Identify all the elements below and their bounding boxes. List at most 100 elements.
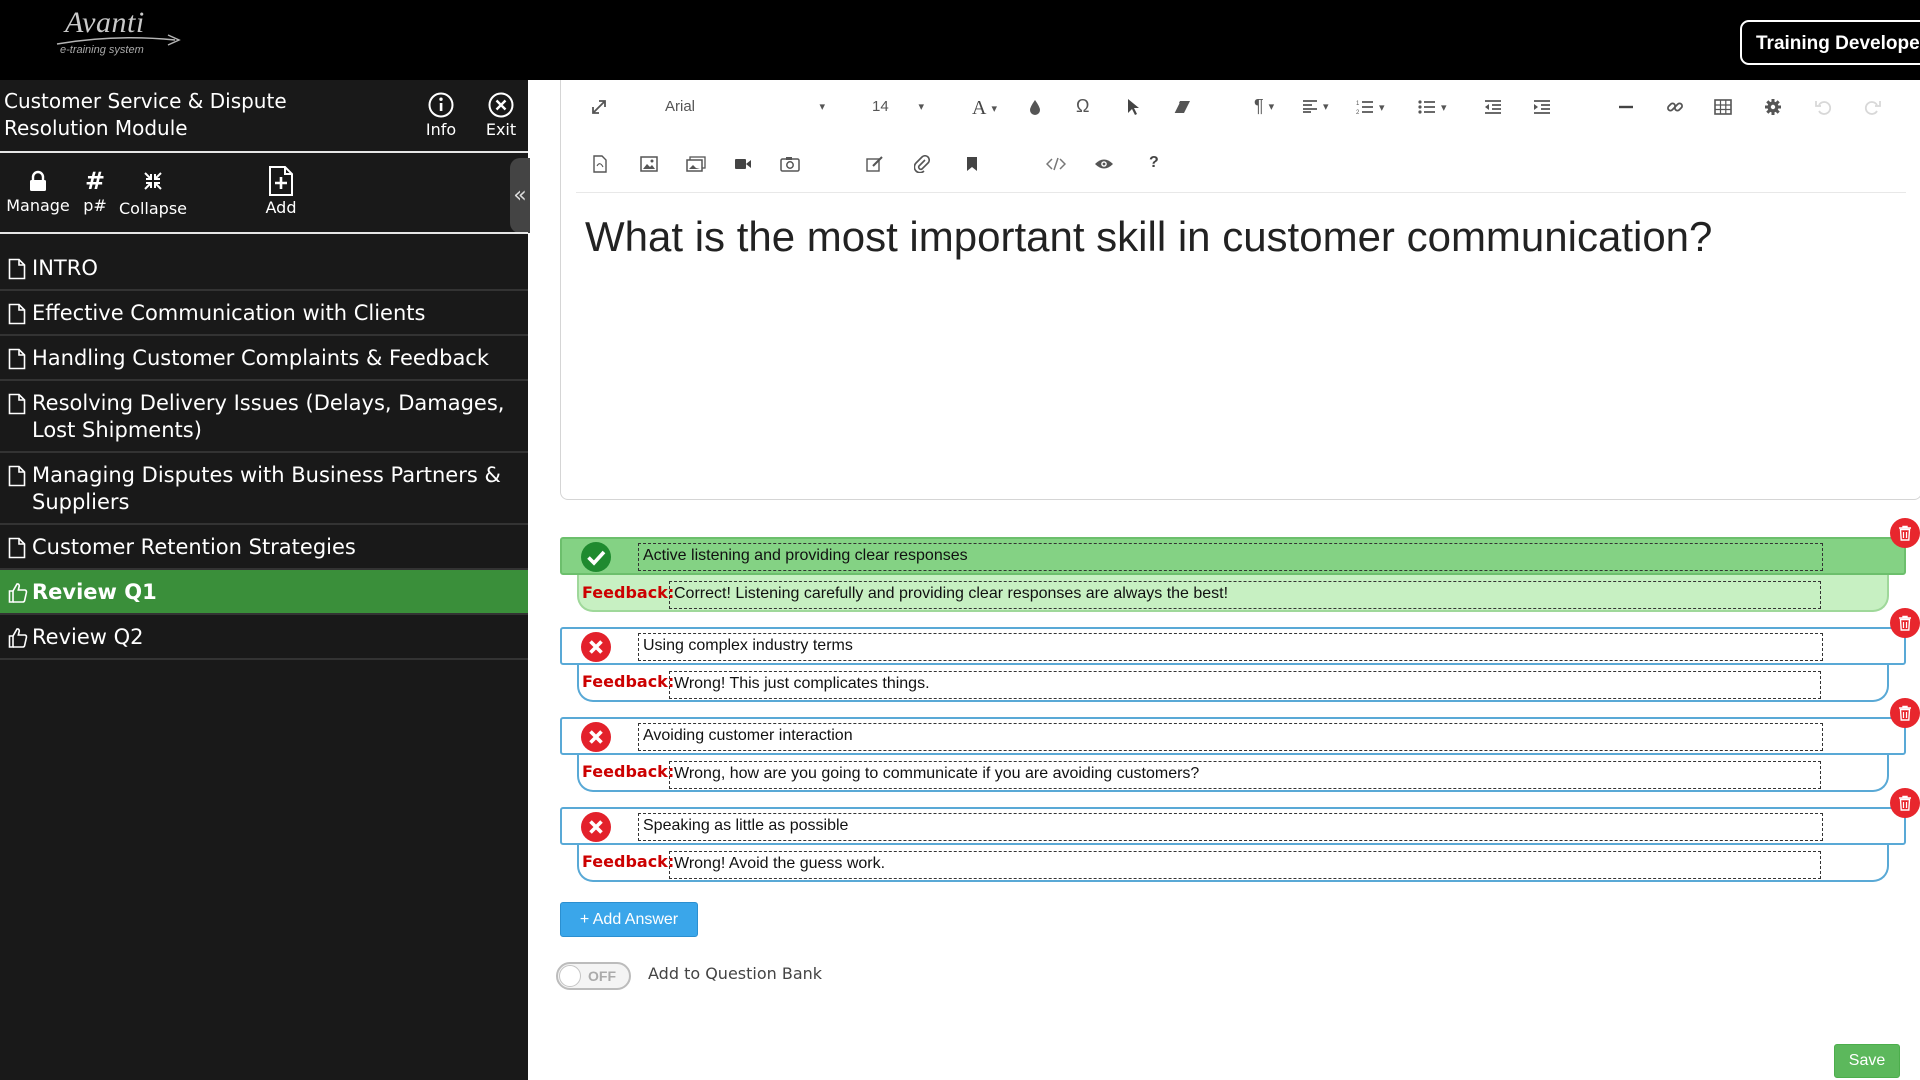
collapse-arrows-icon <box>144 172 162 190</box>
edit-button[interactable] <box>866 156 884 172</box>
preview-button[interactable] <box>1094 157 1114 171</box>
page-icon <box>8 303 26 325</box>
paragraph-format-button[interactable]: ¶ <box>1254 96 1274 117</box>
add-answer-button[interactable]: + Add Answer <box>560 902 698 937</box>
sidebar-item-review-q2[interactable]: Review Q2 <box>0 615 528 660</box>
text-color-button[interactable]: A <box>972 97 997 120</box>
align-button[interactable] <box>1302 99 1329 113</box>
sidebar-item-label: Effective Communication with Clients <box>32 301 426 325</box>
insert-link-button[interactable] <box>1666 98 1684 116</box>
correct-toggle[interactable] <box>580 541 612 573</box>
bookmark-button[interactable] <box>966 156 978 172</box>
exit-label: Exit <box>485 120 517 139</box>
correct-toggle[interactable] <box>580 811 612 843</box>
question-bank-toggle[interactable]: OFF <box>556 962 631 990</box>
question-bank-label: Add to Question Bank <box>648 964 823 983</box>
gear-icon <box>1765 99 1781 115</box>
insert-pdf-button[interactable] <box>592 155 608 173</box>
paperclip-icon <box>914 155 930 173</box>
sidebar-item-managing-disputes[interactable]: Managing Disputes with Business Partners… <box>0 453 528 525</box>
sidebar-item-review-q1[interactable]: Review Q1 <box>0 570 528 615</box>
correct-toggle[interactable] <box>580 631 612 663</box>
feedback-text-input[interactable]: Wrong! This just complicates things. <box>669 671 1821 699</box>
insert-table-button[interactable] <box>1714 99 1732 115</box>
omega-icon: Ω <box>1076 96 1090 116</box>
sidebar-item-label: Handling Customer Complaints & Feedback <box>32 346 490 370</box>
save-button[interactable]: Save <box>1834 1044 1900 1078</box>
sidebar-item-retention-strategies[interactable]: Customer Retention Strategies <box>0 525 528 570</box>
special-chars-button[interactable]: Ω <box>1076 96 1089 117</box>
sidebar-item-handling-complaints[interactable]: Handling Customer Complaints & Feedback <box>0 336 528 381</box>
table-icon <box>1714 99 1732 115</box>
check-circle-icon <box>581 542 611 572</box>
logo-subtext: e-training system <box>60 44 144 56</box>
edit-icon <box>866 156 883 172</box>
media-gallery-button[interactable] <box>780 156 800 172</box>
undo-icon <box>1815 101 1832 115</box>
code-view-button[interactable] <box>1046 157 1066 171</box>
undo-button[interactable] <box>1814 98 1832 116</box>
page-icon <box>8 537 26 559</box>
select-button[interactable] <box>1126 98 1140 116</box>
answer-text-input[interactable]: Avoiding customer interaction <box>638 723 1823 751</box>
page-numbers-button[interactable]: # p# <box>80 166 110 215</box>
image-gallery-button[interactable] <box>686 156 706 172</box>
delete-answer-button[interactable] <box>1890 698 1920 728</box>
attach-file-button[interactable] <box>914 155 930 173</box>
delete-answer-button[interactable] <box>1890 788 1920 818</box>
trash-icon <box>1899 525 1911 541</box>
answer-text-input[interactable]: Active listening and providing clear res… <box>638 543 1823 571</box>
settings-button[interactable] <box>1764 98 1782 116</box>
add-page-button[interactable]: Add <box>258 164 304 217</box>
exit-button[interactable]: Exit <box>478 90 524 139</box>
font-family-select[interactable]: Arial <box>665 98 825 115</box>
link-icon <box>1667 102 1683 112</box>
feedback-text-input[interactable]: Wrong, how are you going to communicate … <box>669 761 1821 789</box>
collapse-sidebar-tab[interactable]: « <box>510 158 530 233</box>
align-left-icon <box>1303 100 1317 113</box>
role-button[interactable]: Training Develope <box>1740 20 1920 65</box>
manage-button[interactable]: Manage <box>4 166 72 215</box>
code-icon <box>1046 157 1066 171</box>
sidebar-item-effective-communication[interactable]: Effective Communication with Clients <box>0 291 528 336</box>
font-size-select[interactable]: 14 <box>872 98 924 115</box>
page-icon <box>8 258 26 280</box>
feedback-text-input[interactable]: Wrong! Avoid the guess work. <box>669 851 1821 879</box>
eraser-icon <box>1173 101 1190 114</box>
insert-video-button[interactable] <box>734 157 752 171</box>
redo-button[interactable] <box>1864 98 1882 116</box>
unordered-list-button[interactable] <box>1418 99 1447 115</box>
question-text[interactable]: What is the most important skill in cust… <box>585 213 1885 261</box>
rich-text-editor[interactable] <box>560 80 1920 500</box>
insert-image-button[interactable] <box>640 156 658 172</box>
sidebar-item-delivery-issues[interactable]: Resolving Delivery Issues (Delays, Damag… <box>0 381 528 453</box>
fullscreen-button[interactable] <box>590 98 608 116</box>
collapse-button[interactable]: Collapse <box>116 166 190 218</box>
ordered-list-button[interactable]: 12 <box>1356 99 1385 115</box>
help-button[interactable]: ? <box>1149 154 1159 172</box>
info-button[interactable]: Info <box>418 90 464 139</box>
answer-text-input[interactable]: Using complex industry terms <box>638 633 1823 661</box>
indent-button[interactable] <box>1533 99 1551 115</box>
outdent-button[interactable] <box>1484 99 1502 115</box>
collapse-label: Collapse <box>119 199 187 218</box>
clear-format-button[interactable] <box>1172 99 1192 115</box>
delete-answer-button[interactable] <box>1890 608 1920 638</box>
sidebar-item-label: Resolving Delivery Issues (Delays, Damag… <box>32 391 505 442</box>
help-icon: ? <box>1149 154 1159 171</box>
redo-icon <box>1864 101 1881 115</box>
correct-toggle[interactable] <box>580 721 612 753</box>
page-icon <box>8 465 26 487</box>
horizontal-line-button[interactable] <box>1618 100 1634 114</box>
double-chevron-left-icon: « <box>513 183 527 208</box>
answer-text-input[interactable]: Speaking as little as possible <box>638 813 1823 841</box>
feedback-text-input[interactable]: Correct! Listening carefully and providi… <box>669 581 1821 609</box>
delete-answer-button[interactable] <box>1890 518 1920 548</box>
sidebar-item-intro[interactable]: INTRO <box>0 246 528 291</box>
background-color-button[interactable] <box>1028 98 1042 116</box>
font-family-value: Arial <box>665 98 696 115</box>
thumbs-up-icon <box>8 583 28 603</box>
avanti-logo[interactable]: Avanti e-training system <box>55 6 185 58</box>
lock-icon <box>30 170 46 191</box>
image-icon <box>640 156 658 172</box>
